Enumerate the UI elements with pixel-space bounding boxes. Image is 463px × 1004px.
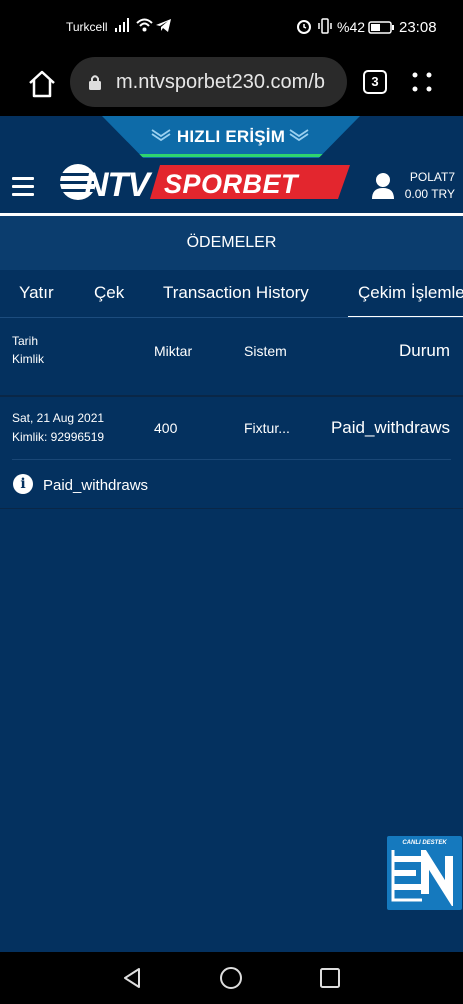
quick-access-underline — [139, 154, 323, 157]
quick-access-label: HIZLI ERİŞİM — [176, 127, 286, 146]
chevron-down-icon — [289, 129, 309, 142]
back-icon[interactable] — [120, 966, 144, 990]
live-support-logo — [391, 850, 453, 906]
browser-toolbar: m.ntvsporbet230.com/b 3 — [0, 54, 463, 116]
live-support-label: CANLI DESTEK — [402, 840, 447, 846]
info-text: Paid_withdraws — [43, 477, 149, 494]
tab-transaction-history[interactable]: Transaction History — [163, 270, 309, 318]
table-header: Tarih Kimlik Miktar Sistem Durum — [0, 319, 463, 395]
row-status: Paid_withdraws — [330, 418, 450, 437]
menu-icon[interactable] — [12, 177, 34, 197]
info-divider — [0, 508, 463, 509]
battery-icon — [368, 21, 394, 34]
row-amount: 400 — [154, 420, 178, 436]
page-title: ÖDEMELER — [0, 216, 463, 270]
alarm-icon — [297, 20, 311, 34]
clock: 23:08 — [399, 19, 437, 36]
header-date: Tarih — [12, 334, 39, 348]
home-icon[interactable] — [24, 66, 60, 102]
live-support-button[interactable]: CANLI DESTEK — [387, 836, 462, 910]
row-date: Sat, 21 Aug 2021 — [12, 411, 105, 425]
info-icon: i — [13, 474, 33, 494]
menu-dots-icon[interactable] — [410, 70, 434, 94]
telegram-icon — [156, 19, 171, 32]
svg-text:NTV: NTV — [84, 166, 153, 203]
system-nav-bar — [0, 952, 463, 1004]
lock-icon — [89, 75, 101, 90]
balance: 0.00 TRY — [404, 187, 455, 201]
username[interactable]: POLAT7 — [410, 170, 455, 184]
wifi-icon — [136, 18, 153, 32]
signal-icon — [115, 18, 129, 32]
payment-tabs: Yatır Çek Transaction History Çekim İşle… — [0, 270, 463, 318]
tab-withdrawal-transactions[interactable]: Çekim İşlemleri — [348, 270, 463, 318]
battery-percent: %42 — [337, 19, 366, 35]
address-bar[interactable]: m.ntvsporbet230.com/b — [70, 57, 347, 107]
row-id: Kimlik: 92996519 — [12, 430, 105, 444]
header-status: Durum — [398, 341, 450, 360]
row-system: Fixtur... — [244, 420, 290, 436]
recents-icon[interactable] — [318, 966, 342, 990]
table-row[interactable]: Sat, 21 Aug 2021 Kimlik: 92996519 400 Fi… — [0, 397, 463, 459]
header-amount: Miktar — [154, 343, 193, 359]
url-text: m.ntvsporbet230.com/b — [116, 71, 325, 93]
header-system: Sistem — [244, 343, 287, 359]
ntv-sporbet-logo[interactable]: NTV SPORBET — [58, 161, 350, 203]
home-circle-icon[interactable] — [219, 966, 243, 990]
svg-text:SPORBET: SPORBET — [164, 169, 300, 199]
page-title-text: ÖDEMELER — [186, 234, 277, 251]
status-bar: Turkcell %42 23:08 — [0, 0, 463, 54]
tab-deposit[interactable]: Yatır — [19, 270, 54, 318]
tab-switcher-button[interactable]: 3 — [363, 70, 387, 94]
user-icon[interactable] — [371, 172, 395, 200]
vibrate-icon — [318, 18, 332, 34]
site-header: HIZLI ERİŞİM NTV SPORBET POLAT7 0.00 TRY — [0, 116, 463, 214]
quick-access-button[interactable]: HIZLI ERİŞİM — [102, 116, 360, 158]
header-id: Kimlik — [12, 352, 44, 366]
carrier-name: Turkcell — [66, 20, 108, 34]
status-info: i Paid_withdraws — [0, 460, 463, 508]
tabs-divider — [0, 317, 463, 318]
tab-withdraw[interactable]: Çek — [94, 270, 124, 318]
